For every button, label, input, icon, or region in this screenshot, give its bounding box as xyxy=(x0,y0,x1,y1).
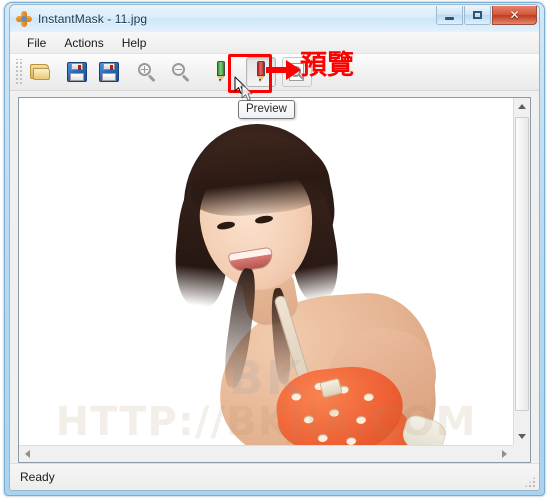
zoom-in-icon xyxy=(137,62,157,82)
floppy-disk-icon xyxy=(67,62,87,82)
masked-photo xyxy=(137,116,449,445)
preview-tooltip: Preview xyxy=(238,100,295,119)
status-bar: Ready xyxy=(10,463,539,490)
minimize-icon xyxy=(445,16,454,20)
scroll-up-button[interactable] xyxy=(514,98,530,115)
window-title: InstantMask - 11.jpg xyxy=(38,11,148,26)
scroll-up-icon xyxy=(518,104,526,109)
image-canvas[interactable]: BK HTTP://BKJIA.COM xyxy=(18,97,531,463)
scroll-left-icon xyxy=(25,450,30,458)
scroll-left-button[interactable] xyxy=(19,446,36,462)
image-viewport: BK HTTP://BKJIA.COM xyxy=(19,98,513,445)
save-button[interactable] xyxy=(62,57,92,87)
resize-grip[interactable] xyxy=(524,476,536,488)
annotation-label: 預覽 xyxy=(300,50,354,81)
zoom-out-button[interactable] xyxy=(166,57,196,87)
floppy-disk-icon xyxy=(99,62,119,82)
scroll-right-icon xyxy=(502,450,507,458)
annotation-arrow-icon xyxy=(266,55,302,90)
save-as-button[interactable] xyxy=(94,57,124,87)
scroll-right-button[interactable] xyxy=(496,446,513,462)
menu-item-help[interactable]: Help xyxy=(113,34,156,52)
menu-item-actions[interactable]: Actions xyxy=(55,34,112,52)
toolbar-grip-handle[interactable] xyxy=(14,59,22,85)
scroll-down-icon xyxy=(518,434,526,439)
menu-bar: File Actions Help xyxy=(10,32,539,54)
status-text: Ready xyxy=(20,470,55,484)
caption-button-group: ✕ xyxy=(435,6,537,25)
maximize-button[interactable] xyxy=(464,6,491,25)
vertical-scrollbar[interactable] xyxy=(513,98,530,445)
close-icon: ✕ xyxy=(509,8,520,22)
vertical-scroll-thumb[interactable] xyxy=(515,117,529,411)
close-button[interactable]: ✕ xyxy=(492,6,537,25)
open-file-button[interactable] xyxy=(26,57,56,87)
minimize-button[interactable] xyxy=(436,6,463,25)
title-bar[interactable]: InstantMask - 11.jpg ✕ xyxy=(10,5,539,33)
menu-item-file[interactable]: File xyxy=(18,34,55,52)
green-pencil-icon xyxy=(216,61,226,83)
scroll-down-button[interactable] xyxy=(514,428,530,445)
zoom-in-button[interactable] xyxy=(132,57,162,87)
maximize-icon xyxy=(473,11,482,19)
zoom-out-icon xyxy=(171,62,191,82)
instantmask-pinwheel-icon xyxy=(16,10,32,27)
desktop-background: InstantMask - 11.jpg ✕ File Actions Help… xyxy=(0,0,549,500)
scrollbar-corner xyxy=(513,445,530,462)
horizontal-scrollbar[interactable] xyxy=(19,445,513,462)
folder-icon xyxy=(30,63,52,81)
